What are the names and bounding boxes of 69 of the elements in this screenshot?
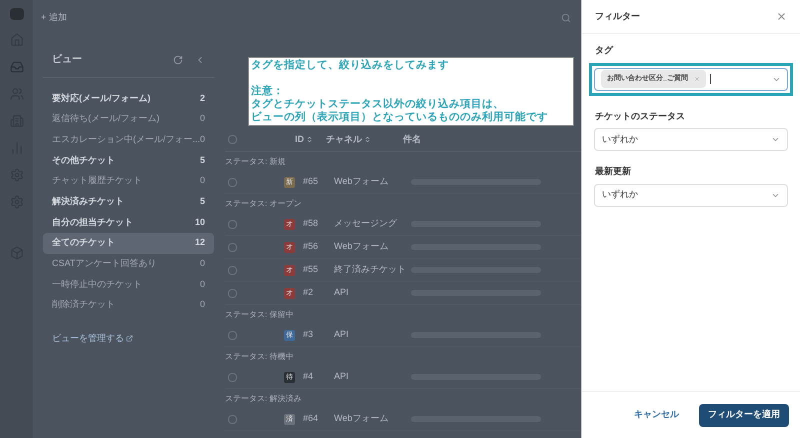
row-checkbox[interactable] — [228, 266, 237, 274]
row-checkbox[interactable] — [228, 288, 237, 298]
view-item[interactable]: 一時停止中のチケット 0 — [43, 274, 214, 295]
group-label: ステータス: 新規 — [225, 156, 286, 168]
close-icon[interactable] — [776, 11, 787, 22]
logo-icon — [10, 8, 24, 20]
annotation-note-title: 注意： — [251, 85, 285, 98]
channel-cell-text: Webフォーム — [334, 240, 390, 254]
row-checkbox[interactable] — [228, 414, 237, 424]
view-item[interactable]: エスカレーション中(メール/フォー...0 — [43, 129, 214, 150]
add-link[interactable]: + 追加 — [41, 11, 67, 25]
channel-cell-text: API — [334, 370, 350, 384]
view-item[interactable]: チャット履歴チケット 0 — [43, 170, 214, 192]
annotation-text: タグとチケットステータス以外の絞り込み項目は、 — [251, 98, 505, 111]
external-link-icon — [126, 334, 133, 342]
manage-views-link[interactable]: ビューを管理する — [52, 332, 124, 346]
view-item[interactable]: 返信待ち(メール/フォーム) 0 — [43, 108, 214, 130]
row-checkbox[interactable] — [228, 372, 237, 382]
row-checkbox[interactable] — [228, 178, 237, 186]
field-label: タグ — [594, 44, 614, 57]
channel-cell-text: 終了済みチケット — [334, 263, 407, 276]
field-label: チケットのステータス — [594, 110, 686, 122]
sort-icon[interactable] — [306, 136, 313, 143]
group-label: ステータス: オープン — [225, 198, 302, 210]
ticket-id: #64 — [303, 412, 320, 426]
ticket-id: #3 — [303, 328, 314, 342]
ticket-id: #4 — [303, 370, 314, 384]
channel-cell-text: Webフォーム — [334, 412, 390, 426]
group-label: ステータス: 保留中 — [225, 308, 294, 320]
group-label: ステータス: 待機中 — [225, 350, 294, 362]
select-field[interactable]: いずれか — [594, 184, 788, 206]
field-label: 最新更新 — [594, 165, 632, 178]
view-item[interactable]: 自分の担当チケット 10 — [43, 212, 214, 233]
channel-cell-text: メッセージング — [334, 217, 398, 230]
row-checkbox[interactable] — [228, 220, 237, 228]
channel-cell-text: API — [334, 286, 350, 300]
ticket-id: #2 — [303, 286, 314, 300]
view-item[interactable]: 削除済チケット 0 — [43, 294, 214, 316]
row-checkbox[interactable] — [228, 330, 237, 340]
channel-cell-text: API — [334, 328, 350, 342]
view-item[interactable]: 全てのチケット 12 — [43, 232, 214, 254]
refresh-icon[interactable] — [173, 54, 183, 64]
annotation-heading: タグを指定して、絞り込みをしてみます — [251, 59, 450, 72]
column-header: 件名 — [403, 132, 421, 146]
view-item[interactable]: その他チケット 5 — [43, 150, 214, 171]
ticket-id: #55 — [303, 263, 320, 276]
view-item[interactable]: 解決済みチケット 5 — [43, 191, 214, 212]
apply-filter-button[interactable]: フィルターを適用 — [699, 404, 789, 426]
views-title: ビュー — [52, 52, 82, 67]
remove-icon[interactable] — [694, 76, 700, 82]
ticket-id: #65 — [303, 175, 320, 188]
cancel-button[interactable]: キャンセル — [634, 408, 679, 422]
ticket-id: #58 — [303, 217, 320, 230]
chevron-icon — [771, 135, 780, 144]
select-field[interactable]: いずれか — [594, 128, 788, 151]
search-icon[interactable] — [561, 13, 571, 23]
select-all-checkbox[interactable] — [228, 135, 237, 144]
column-header[interactable]: チャネル — [326, 132, 362, 146]
row-checkbox[interactable] — [228, 242, 237, 252]
column-header[interactable]: ID — [295, 132, 304, 146]
inbox-icon[interactable] — [10, 60, 24, 74]
view-item[interactable]: 要対応(メール/フォーム) 2 — [43, 88, 214, 109]
annotation-text: ビューの列（表示項目）となっているもののみ利用可能です — [251, 111, 549, 124]
channel-cell-text: Webフォーム — [334, 175, 390, 188]
ticket-id: #56 — [303, 240, 320, 254]
filter-title: フィルター — [595, 10, 640, 23]
view-item[interactable]: CSATアンケート回答あり 0 — [43, 254, 214, 274]
group-label: ステータス: 解決済み — [225, 392, 302, 404]
sort-icon[interactable] — [364, 136, 371, 143]
